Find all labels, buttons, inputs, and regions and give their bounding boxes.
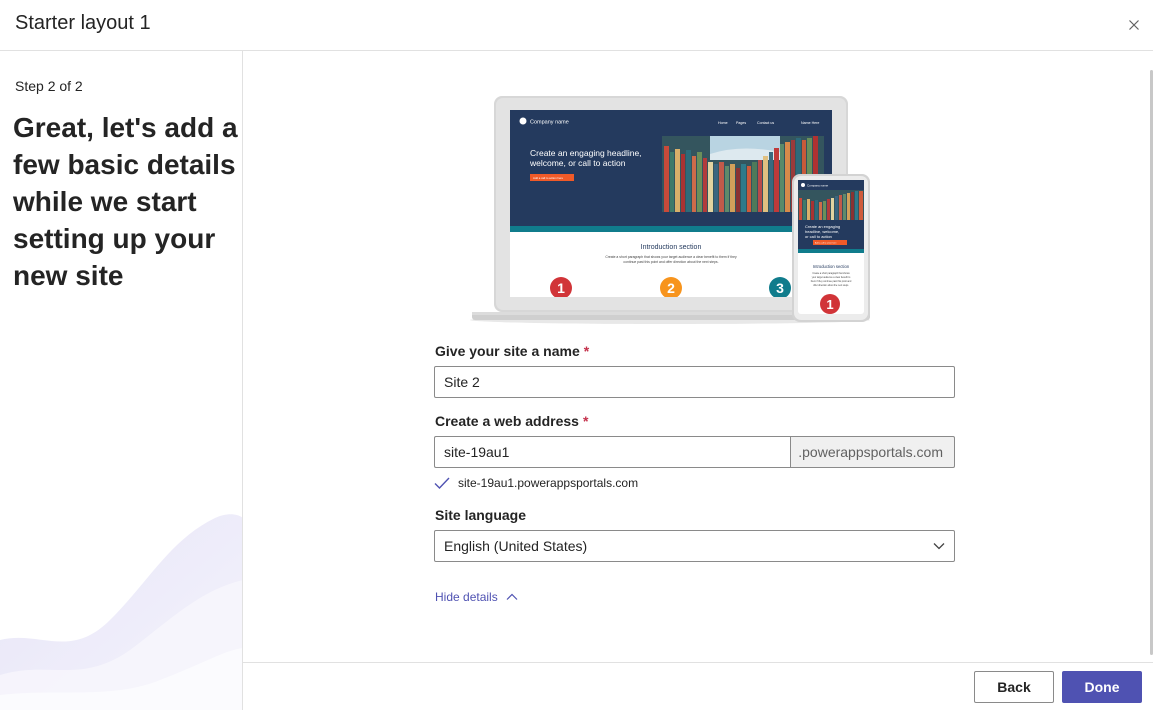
phone-intro-l4: offer direction about the next steps. bbox=[813, 284, 849, 287]
web-address-label: Create a web address * bbox=[435, 413, 588, 429]
phone-cta: Add a call to action here bbox=[815, 242, 837, 245]
done-button[interactable]: Done bbox=[1062, 671, 1142, 703]
site-language-dropdown[interactable]: English (United States) bbox=[434, 530, 955, 562]
web-address-suffix: .powerappsportals.com bbox=[790, 436, 955, 468]
site-language-value: English (United States) bbox=[444, 538, 588, 554]
preview-intro-title: Introduction section bbox=[641, 244, 702, 251]
site-name-input[interactable] bbox=[434, 366, 955, 398]
web-address-label-text: Create a web address bbox=[435, 413, 579, 429]
chevron-down-icon bbox=[933, 543, 945, 550]
hide-details-link[interactable]: Hide details bbox=[435, 590, 518, 604]
checkmark-icon bbox=[434, 477, 450, 489]
site-preview-illustration: Company name Home Pages Contact us Name … bbox=[470, 96, 870, 324]
hide-details-label: Hide details bbox=[435, 590, 498, 604]
preview-step-1: 1 bbox=[557, 280, 565, 296]
phone-step-1: 1 bbox=[826, 297, 833, 312]
preview-hero-line1: Create an engaging headline, bbox=[530, 148, 642, 158]
preview-intro-line1: Create a short paragraph that shows your… bbox=[605, 255, 737, 259]
left-panel: Step 2 of 2 Great, let's add a few basic… bbox=[0, 51, 243, 710]
preview-hero-line2: welcome, or call to action bbox=[529, 158, 626, 168]
phone-company-name: Company name bbox=[807, 184, 829, 188]
site-name-label: Give your site a name * bbox=[435, 343, 589, 359]
step-indicator: Step 2 of 2 bbox=[15, 78, 83, 94]
phone-intro-l3: them if they continue past this point an… bbox=[811, 280, 852, 283]
decorative-wave bbox=[0, 514, 242, 710]
preview-step-3: 3 bbox=[776, 280, 784, 296]
preview-nav-contact: Contact us bbox=[757, 121, 774, 125]
panel-headline: Great, let's add a few basic details whi… bbox=[13, 112, 238, 291]
dialog-header: Starter layout 1 bbox=[0, 0, 1153, 51]
close-button[interactable] bbox=[1124, 15, 1144, 35]
preview-cta: Add a call to action here bbox=[533, 176, 563, 180]
address-availability: site-19au1.powerappsportals.com bbox=[434, 474, 638, 492]
close-icon bbox=[1129, 20, 1139, 30]
dialog-title: Starter layout 1 bbox=[15, 12, 151, 34]
address-availability-text: site-19au1.powerappsportals.com bbox=[458, 476, 639, 490]
site-name-label-text: Give your site a name bbox=[435, 343, 580, 359]
phone-intro-l1: Create a short paragraph that shows bbox=[812, 272, 850, 275]
site-language-label: Site language bbox=[435, 507, 527, 523]
preview-company-name: Company name bbox=[530, 120, 569, 126]
phone-intro-title: Introduction section bbox=[813, 264, 850, 269]
preview-nav-home: Home bbox=[718, 121, 728, 125]
preview-nav-pages: Pages bbox=[736, 121, 746, 125]
phone-intro-l2: your target audience a clear benefit to bbox=[812, 276, 851, 279]
preview-intro-line2: continue past this point and offer direc… bbox=[623, 260, 718, 264]
chevron-up-icon bbox=[506, 593, 518, 600]
preview-step-2: 2 bbox=[667, 280, 675, 296]
web-address-input[interactable] bbox=[434, 436, 790, 468]
required-indicator: * bbox=[583, 343, 590, 359]
back-button[interactable]: Back bbox=[974, 671, 1054, 703]
required-indicator: * bbox=[582, 413, 589, 429]
phone-hero-line3: or call to action bbox=[805, 234, 832, 239]
preview-nav-name: Name Here bbox=[801, 121, 819, 125]
